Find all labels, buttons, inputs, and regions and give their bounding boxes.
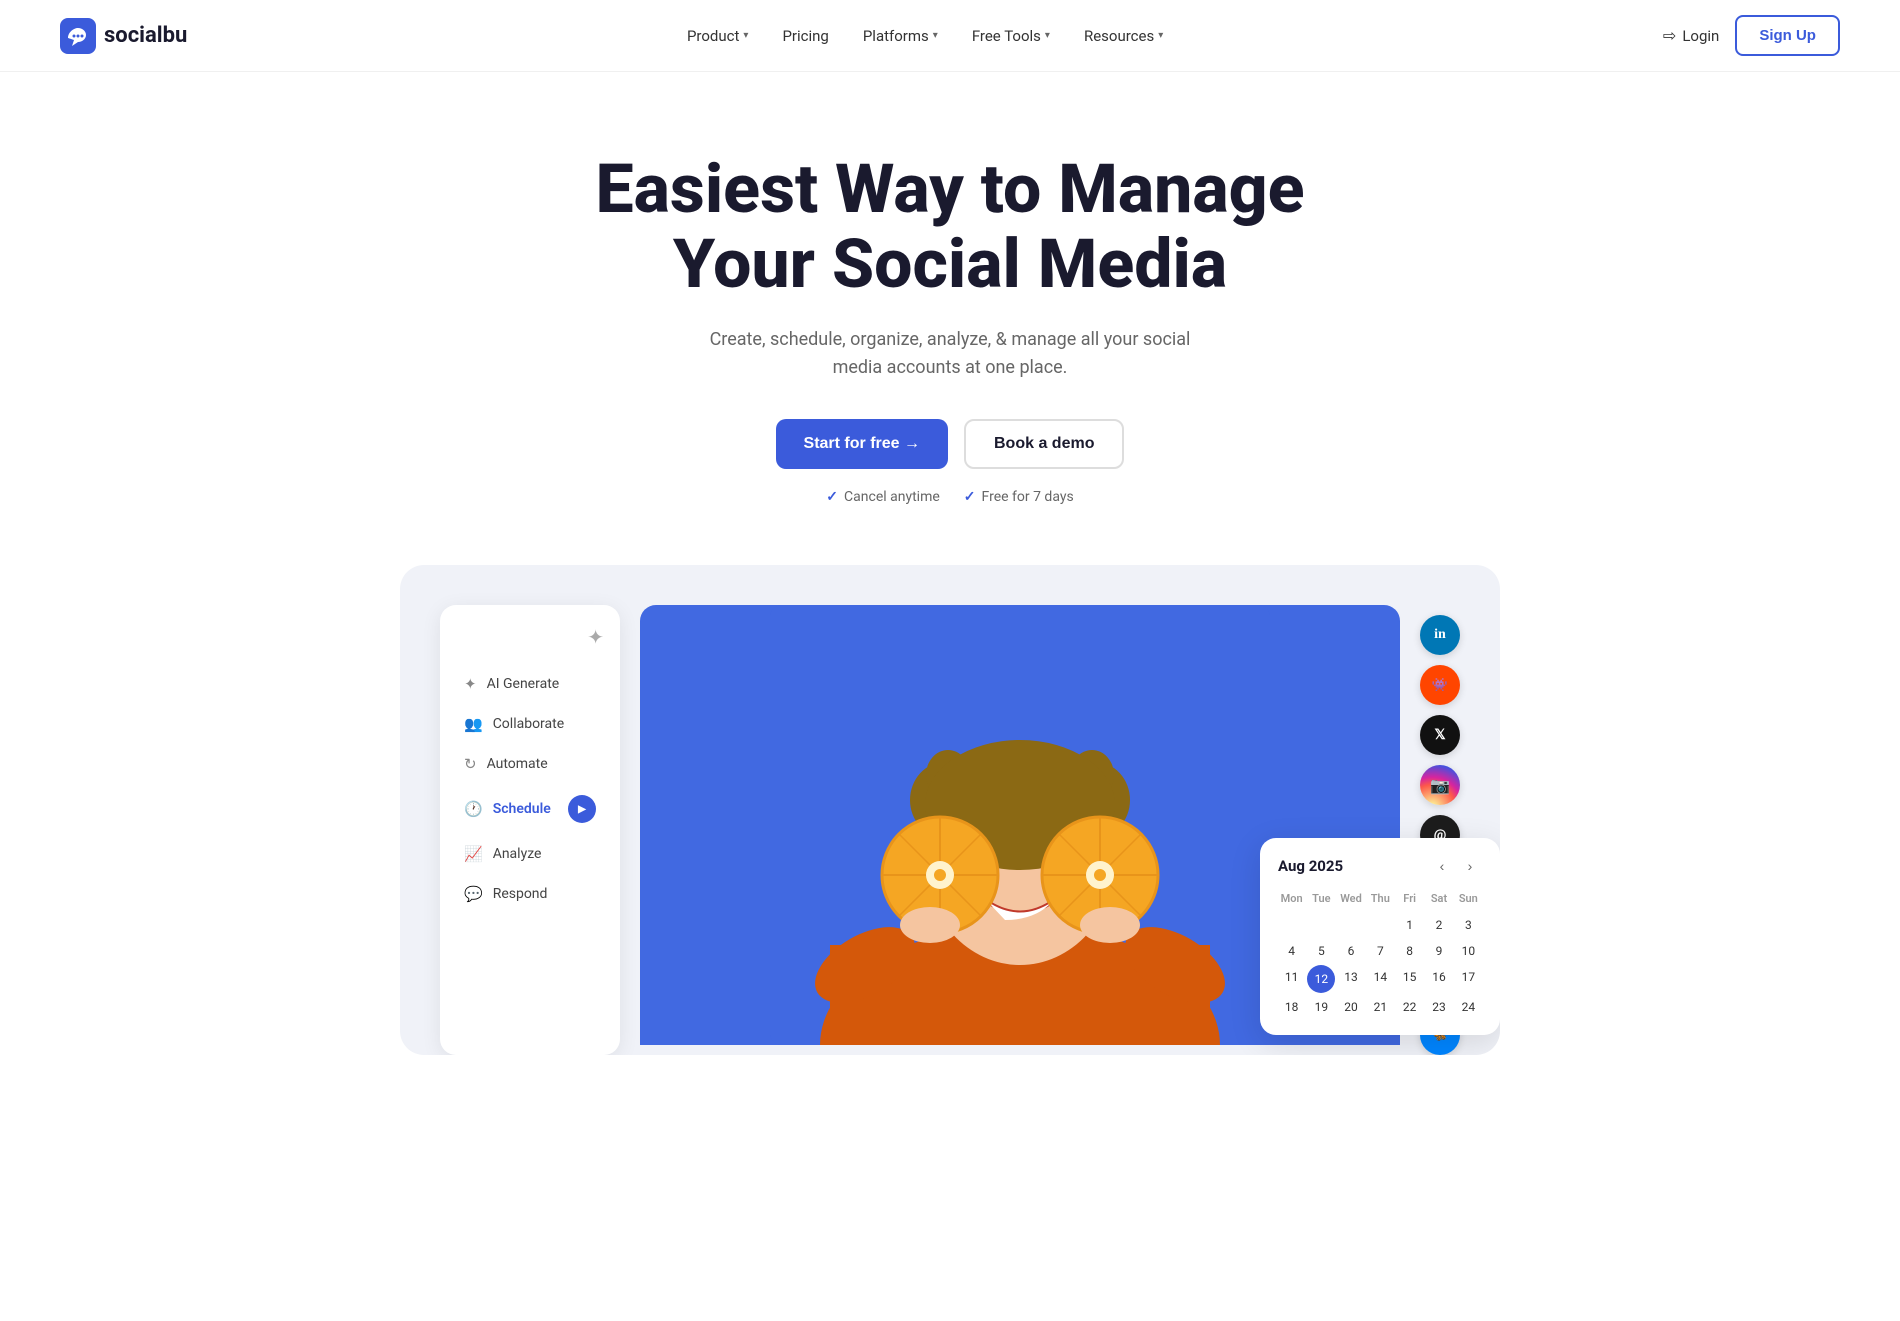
cal-day-8[interactable]: 8 <box>1396 939 1423 963</box>
linkedin-icon[interactable]: in <box>1420 615 1460 655</box>
cal-day-10[interactable]: 10 <box>1455 939 1482 963</box>
navbar: socialbu Product ▾ Pricing Platforms ▾ F… <box>0 0 1900 72</box>
login-icon: ⇨ <box>1663 26 1676 45</box>
cal-header-sat: Sat <box>1425 890 1452 911</box>
dashboard-section: ✦ ✦ AI Generate 👥 Collaborate ↻ Automate… <box>0 565 1900 1055</box>
logo-link[interactable]: socialbu <box>60 18 187 54</box>
signup-button[interactable]: Sign Up <box>1735 15 1840 56</box>
cal-day-1[interactable]: 1 <box>1396 913 1423 937</box>
play-button[interactable]: ▶ <box>568 795 596 823</box>
instagram-icon[interactable]: 📷 <box>1420 765 1460 805</box>
cal-day-23[interactable]: 23 <box>1425 995 1452 1019</box>
cal-day-empty: . <box>1337 913 1364 937</box>
hero-section: Easiest Way to Manage Your Social Media … <box>500 72 1400 565</box>
calendar-month: Aug 2025 <box>1278 857 1343 875</box>
ai-generate-icon: ✦ <box>464 675 477 693</box>
cal-day-9[interactable]: 9 <box>1425 939 1452 963</box>
cal-day-21[interactable]: 21 <box>1367 995 1394 1019</box>
schedule-icon: 🕐 <box>464 800 483 818</box>
free-trial-badge: ✓ Free for 7 days <box>964 489 1074 505</box>
cal-day-20[interactable]: 20 <box>1337 995 1364 1019</box>
calendar-prev-button[interactable]: ‹ <box>1430 854 1454 878</box>
brand-name: socialbu <box>104 23 187 48</box>
cal-header-wed: Wed <box>1337 890 1364 911</box>
cal-day-15[interactable]: 15 <box>1396 965 1423 993</box>
check-icon: ✓ <box>826 489 838 505</box>
respond-icon: 💬 <box>464 885 483 903</box>
cal-day-22[interactable]: 22 <box>1396 995 1423 1019</box>
sidebar-item-analyze[interactable]: 📈 Analyze <box>456 835 604 873</box>
cal-day-17[interactable]: 17 <box>1455 965 1482 993</box>
dashboard-wrapper: ✦ ✦ AI Generate 👥 Collaborate ↻ Automate… <box>400 565 1500 1055</box>
cal-day-19[interactable]: 19 <box>1307 995 1335 1019</box>
feature-sidebar: ✦ ✦ AI Generate 👥 Collaborate ↻ Automate… <box>440 605 620 1055</box>
cal-day-2[interactable]: 2 <box>1425 913 1452 937</box>
nav-actions: ⇨ Login Sign Up <box>1663 15 1840 56</box>
nav-platforms[interactable]: Platforms ▾ <box>849 19 952 53</box>
sidebar-item-ai-generate[interactable]: ✦ AI Generate <box>456 665 604 703</box>
nav-free-tools[interactable]: Free Tools ▾ <box>958 19 1064 53</box>
cal-day-16[interactable]: 16 <box>1425 965 1452 993</box>
cal-day-24[interactable]: 24 <box>1455 995 1482 1019</box>
cal-day-3[interactable]: 3 <box>1455 913 1482 937</box>
cal-day-18[interactable]: 18 <box>1278 995 1305 1019</box>
chevron-down-icon: ▾ <box>933 30 938 41</box>
cal-header-sun: Sun <box>1455 890 1482 911</box>
sidebar-item-automate[interactable]: ↻ Automate <box>456 745 604 783</box>
login-link[interactable]: ⇨ Login <box>1663 26 1719 45</box>
cal-day-7[interactable]: 7 <box>1367 939 1394 963</box>
chevron-down-icon: ▾ <box>1158 30 1163 41</box>
calendar-widget: Aug 2025 ‹ › Mon Tue Wed Thu Fri Sat Sun… <box>1260 838 1500 1035</box>
hero-subtitle: Create, schedule, organize, analyze, & m… <box>690 326 1210 384</box>
start-free-button[interactable]: Start for free → <box>776 419 948 469</box>
cal-day-6[interactable]: 6 <box>1337 939 1364 963</box>
calendar-navigation: ‹ › <box>1430 854 1482 878</box>
hero-buttons: Start for free → Book a demo <box>520 419 1380 469</box>
calendar-grid: Mon Tue Wed Thu Fri Sat Sun . . . . 1 2 … <box>1278 890 1482 1019</box>
cal-day-4[interactable]: 4 <box>1278 939 1305 963</box>
cal-day-5[interactable]: 5 <box>1307 939 1335 963</box>
collaborate-icon: 👥 <box>464 715 483 733</box>
cal-day-empty: . <box>1367 913 1394 937</box>
hero-badges: ✓ Cancel anytime ✓ Free for 7 days <box>520 489 1380 505</box>
sidebar-item-respond[interactable]: 💬 Respond <box>456 875 604 913</box>
cal-header-tue: Tue <box>1307 890 1335 911</box>
chevron-down-icon: ▾ <box>1045 30 1050 41</box>
cal-day-14[interactable]: 14 <box>1367 965 1394 993</box>
nav-resources[interactable]: Resources ▾ <box>1070 19 1177 53</box>
sidebar-item-collaborate[interactable]: 👥 Collaborate <box>456 705 604 743</box>
analyze-icon: 📈 <box>464 845 483 863</box>
nav-product[interactable]: Product ▾ <box>673 19 762 53</box>
sidebar-item-schedule[interactable]: 🕐 Schedule ▶ <box>456 785 604 833</box>
automate-icon: ↻ <box>464 755 477 773</box>
cal-header-fri: Fri <box>1396 890 1423 911</box>
star-icon: ✦ <box>456 625 604 649</box>
twitter-x-icon[interactable]: 𝕏 <box>1420 715 1460 755</box>
cal-day-12[interactable]: 12 <box>1307 965 1335 993</box>
cal-header-thu: Thu <box>1367 890 1394 911</box>
calendar-next-button[interactable]: › <box>1458 854 1482 878</box>
hero-title: Easiest Way to Manage Your Social Media <box>520 152 1380 302</box>
reddit-icon[interactable]: 👾 <box>1420 665 1460 705</box>
nav-pricing[interactable]: Pricing <box>768 19 842 53</box>
book-demo-button[interactable]: Book a demo <box>964 419 1124 469</box>
cal-header-mon: Mon <box>1278 890 1305 911</box>
cal-day-11[interactable]: 11 <box>1278 965 1305 993</box>
cal-day-empty: . <box>1307 913 1335 937</box>
cancel-anytime-badge: ✓ Cancel anytime <box>826 489 939 505</box>
cal-day-empty: . <box>1278 913 1305 937</box>
logo-icon <box>60 18 96 54</box>
chevron-down-icon: ▾ <box>743 30 748 41</box>
calendar-header: Aug 2025 ‹ › <box>1278 854 1482 878</box>
check-icon: ✓ <box>964 489 976 505</box>
nav-links: Product ▾ Pricing Platforms ▾ Free Tools… <box>673 19 1177 53</box>
cal-day-13[interactable]: 13 <box>1337 965 1364 993</box>
